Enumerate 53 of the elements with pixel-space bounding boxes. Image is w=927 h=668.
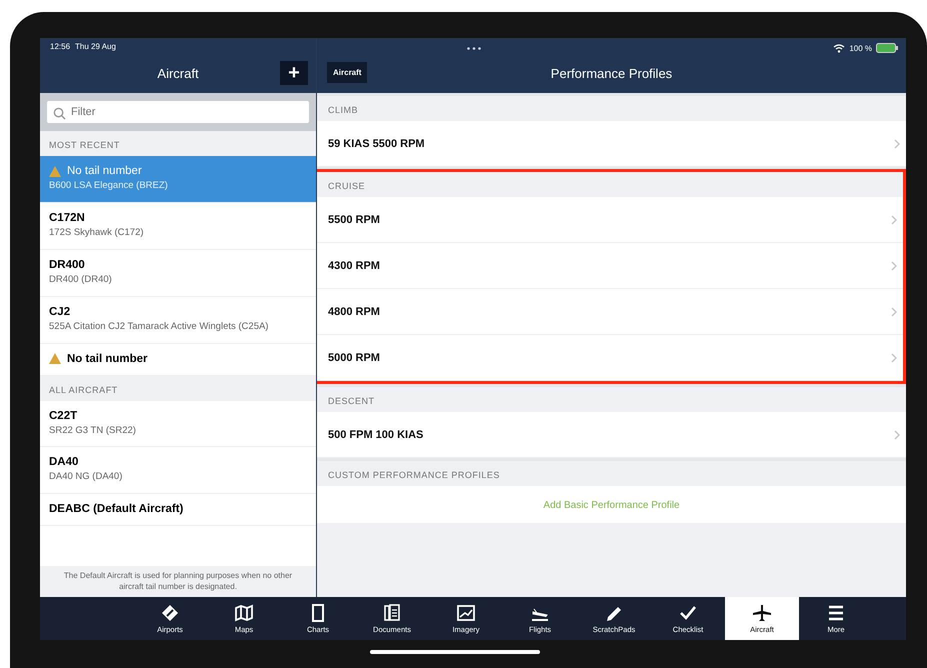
profile-row[interactable]: 500 FPM 100 KIAS [317, 412, 906, 458]
aircraft-item[interactable]: C22T SR22 G3 TN (SR22) [40, 400, 316, 448]
chevron-icon [891, 260, 897, 270]
chevron-icon [894, 138, 900, 148]
wifi-icon [833, 44, 846, 52]
checkmark-icon [678, 604, 698, 622]
profile-row[interactable]: 59 KIAS 5500 RPM [317, 121, 906, 167]
chevron-icon [891, 306, 897, 316]
aircraft-name: DR400 [49, 258, 85, 271]
aircraft-type: 172S Skyhawk (C172) [49, 226, 145, 239]
menu-icon [826, 604, 846, 622]
aircraft-name: No tail number [67, 352, 148, 364]
profile-row[interactable]: 4800 RPM [317, 289, 903, 335]
back-button[interactable]: Aircraft [327, 62, 368, 83]
aircraft-name: No tail number [67, 165, 142, 177]
detail-title: Performance Profiles [550, 66, 672, 81]
aircraft-name: C172N [49, 212, 85, 224]
aircraft-name: C22T [49, 410, 78, 422]
status-time: 12:56 [50, 42, 70, 53]
chevron-icon [891, 214, 897, 224]
aircraft-name: CJ2 [49, 306, 70, 318]
battery-icon [876, 43, 898, 53]
aircraft-name: DEABC (Default Aircraft) [49, 503, 184, 516]
diamond-icon [160, 604, 180, 622]
footnote: The Default Aircraft is used for planning purposes when no other aircraft tail number is designated. [40, 566, 316, 597]
aircraft-item[interactable]: C172N 172S Skyhawk (C172) [40, 202, 316, 250]
aircraft-item[interactable]: DA40 DA40 NG (DA40) [40, 447, 316, 494]
aircraft-type: 525A Citation CJ2 Tamarack Active Winglets (C25A) [49, 320, 270, 332]
map-icon [234, 604, 254, 622]
aircraft-item[interactable]: DEABC (Default Aircraft) [40, 494, 316, 526]
profile-row[interactable]: 5500 RPM [317, 197, 903, 243]
filter-field[interactable]: Filter [47, 101, 309, 123]
aircraft-type: B600 LSA Elegance (BREZ) [49, 180, 169, 192]
airplane-icon [752, 604, 772, 622]
aircraft-name: DA40 [49, 456, 78, 468]
aircraft-type: DA40 NG (DA40) [49, 471, 124, 484]
multitasking-dots-icon [467, 46, 481, 50]
add-button[interactable]: + [280, 61, 308, 85]
aircraft-item[interactable]: CJ2 525A Citation CJ2 Tamarack Active Winglets (C25A) [40, 296, 316, 344]
aircraft-type: SR22 G3 TN (SR22) [49, 424, 137, 436]
profile-row[interactable]: 4300 RPM [317, 243, 903, 289]
chart-image-icon [456, 604, 476, 622]
aircraft-type: DR400 (DR40) [49, 274, 113, 286]
chevron-icon [894, 430, 900, 440]
aircraft-item[interactable]: DR400 DR400 (DR40) [40, 250, 316, 297]
document-icon [382, 604, 402, 622]
status-date: Thu 29 Aug [75, 42, 116, 53]
battery-percent: 100 % [849, 44, 872, 52]
section-header: MOST RECENT [40, 131, 316, 156]
profile-row[interactable]: 5000 RPM [317, 335, 903, 381]
sidebar-title: Aircraft [157, 66, 199, 81]
section-header: ALL AIRCRAFT [40, 376, 316, 400]
chevron-icon [891, 352, 897, 362]
